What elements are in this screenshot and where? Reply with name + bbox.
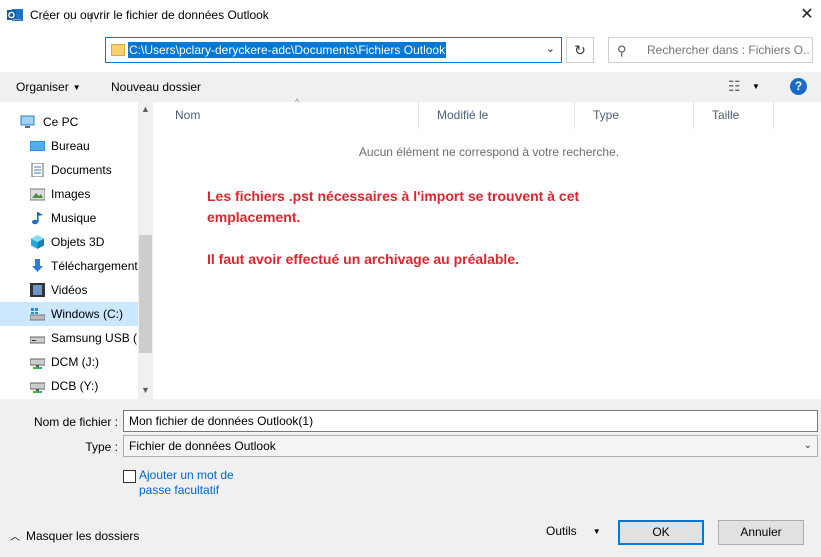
sidebar-item-3d-objects[interactable]: Objets 3D (0, 230, 138, 254)
windows-drive-icon (30, 308, 45, 321)
pc-icon (20, 115, 35, 128)
sidebar-item-label: Musique (51, 211, 97, 225)
sidebar-item-downloads[interactable]: Téléchargements (0, 254, 138, 278)
ok-button[interactable]: OK (618, 520, 704, 545)
music-icon (32, 212, 43, 225)
sidebar-item-label: Windows (C:) (51, 307, 124, 321)
refresh-button[interactable]: ↻ (566, 37, 594, 63)
sidebar-item-this-pc[interactable]: Ce PC (0, 110, 138, 134)
desktop-icon (30, 141, 45, 151)
forward-arrow-icon[interactable]: → (36, 8, 56, 28)
recent-locations-chevron-icon[interactable]: ⌄ (60, 9, 80, 29)
sidebar-item-label: Objets 3D (51, 235, 105, 249)
file-type-label: Type : (85, 440, 118, 454)
sidebar-item-music[interactable]: Musique (0, 206, 138, 230)
scroll-down-icon[interactable]: ▼ (138, 385, 153, 395)
column-header-size[interactable]: Taille (694, 102, 774, 129)
search-icon: ⚲ (617, 43, 627, 58)
caret-down-icon: ▼ (72, 83, 81, 92)
sidebar-item-windows-c[interactable]: Windows (C:) (0, 302, 138, 326)
password-checkbox[interactable] (123, 470, 136, 483)
chevron-up-icon: ︿ (10, 532, 20, 543)
objects-3d-icon (31, 235, 44, 249)
documents-icon (31, 163, 44, 177)
caret-down-icon: ▼ (592, 527, 601, 536)
hide-folders-button[interactable]: ︿ Masquer les dossiers (10, 528, 139, 543)
new-folder-button[interactable]: Nouveau dossier (111, 80, 201, 94)
sidebar-item-label: Bureau (51, 139, 90, 153)
column-header-name[interactable]: Nom (157, 102, 419, 129)
sidebar-item-samsung-usb[interactable]: Samsung USB (D (0, 326, 138, 350)
usb-drive-icon (30, 336, 45, 344)
sidebar-item-desktop[interactable]: Bureau (0, 134, 138, 158)
back-arrow-icon[interactable]: ← (7, 8, 27, 28)
network-drive-icon (30, 358, 45, 369)
organise-label: Organiser (16, 80, 69, 94)
address-bar[interactable]: C:\Users\pclary-deryckere-adc\Documents\… (105, 37, 562, 63)
folder-icon (111, 44, 125, 56)
password-option-label: Ajouter un mot de (139, 468, 234, 482)
chevron-down-icon[interactable]: ⌄ (804, 436, 812, 456)
chevron-down-icon[interactable]: ⌄ (546, 42, 555, 55)
sidebar-item-label: Ce PC (43, 115, 79, 129)
sort-ascending-icon: ^ (295, 97, 300, 107)
address-path[interactable]: C:\Users\pclary-deryckere-adc\Documents\… (128, 42, 447, 58)
filename-field[interactable]: Mon fichier de données Outlook(1) (123, 410, 818, 432)
sidebar-item-label: Samsung USB (D (51, 331, 138, 345)
search-input[interactable] (647, 41, 809, 59)
filename-value[interactable]: Mon fichier de données Outlook(1) (129, 414, 313, 428)
sidebar-item-label: Vidéos (51, 283, 88, 297)
tools-button[interactable]: Outils ▼ (546, 524, 601, 538)
password-option-link[interactable]: Ajouter un mot de passe facultatif (139, 468, 234, 498)
sidebar-item-dcb[interactable]: DCB (Y:) (0, 374, 138, 398)
close-icon[interactable]: ✕ (796, 4, 818, 26)
file-type-value: Fichier de données Outlook (129, 439, 276, 453)
videos-icon (30, 283, 45, 297)
hide-folders-label: Masquer les dossiers (26, 529, 140, 543)
organise-button[interactable]: Organiser ▼ (16, 80, 81, 94)
sidebar-item-documents[interactable]: Documents (0, 158, 138, 182)
cancel-button[interactable]: Annuler (718, 520, 804, 545)
filename-label: Nom de fichier : (33, 415, 118, 429)
scroll-up-icon[interactable]: ▲ (138, 104, 153, 114)
sidebar-item-dcm[interactable]: DCM (J:) (0, 350, 138, 374)
column-header-modified[interactable]: Modifié le (419, 102, 575, 129)
sidebar-item-videos[interactable]: Vidéos (0, 278, 138, 302)
file-type-select[interactable]: Fichier de données Outlook ⌄ (123, 435, 818, 457)
caret-down-icon[interactable]: ▼ (752, 82, 760, 91)
empty-state-message: Aucun élément ne correspond à votre rech… (358, 145, 620, 159)
file-list: Nom ^ Modifié le Type Taille Aucun éléme… (157, 97, 821, 399)
search-box[interactable]: ⚲ (608, 37, 813, 63)
sidebar-item-label: Images (51, 187, 91, 201)
up-arrow-icon[interactable]: ↑ (81, 8, 101, 28)
title-bar: Créer ou ouvrir le fichier de données Ou… (0, 0, 821, 30)
annotation-line: emplacement. (207, 209, 301, 225)
view-options-icon[interactable]: ☷ (728, 78, 741, 95)
vertical-scrollbar[interactable]: ▲ ▼ (138, 102, 153, 399)
password-option-label: passe facultatif (139, 483, 220, 497)
downloads-icon (32, 259, 43, 272)
annotation-line: Les fichiers .pst nécessaires à l'import… (207, 188, 580, 204)
scroll-thumb[interactable] (139, 235, 152, 353)
column-header-type[interactable]: Type (575, 102, 694, 129)
navigation-pane: Ce PC Bureau Documents Images Musique Ob… (0, 102, 153, 399)
network-drive-icon (30, 382, 45, 393)
tools-label: Outils (546, 524, 577, 538)
pictures-icon (30, 188, 45, 201)
sidebar-item-pictures[interactable]: Images (0, 182, 138, 206)
refresh-icon: ↻ (574, 42, 586, 58)
help-icon[interactable]: ? (790, 78, 807, 95)
sidebar-item-label: DCB (Y:) (51, 379, 99, 393)
sidebar-item-label: DCM (J:) (51, 355, 99, 369)
sidebar-item-label: Documents (51, 163, 112, 177)
sidebar-item-label: Téléchargements (51, 259, 138, 273)
dialog-footer: Nom de fichier : Mon fichier de données … (0, 399, 821, 557)
command-bar: Organiser ▼ Nouveau dossier ☷ ▼ ? (0, 72, 821, 102)
annotation-line: Il faut avoir effectué un archivage au p… (207, 251, 519, 267)
